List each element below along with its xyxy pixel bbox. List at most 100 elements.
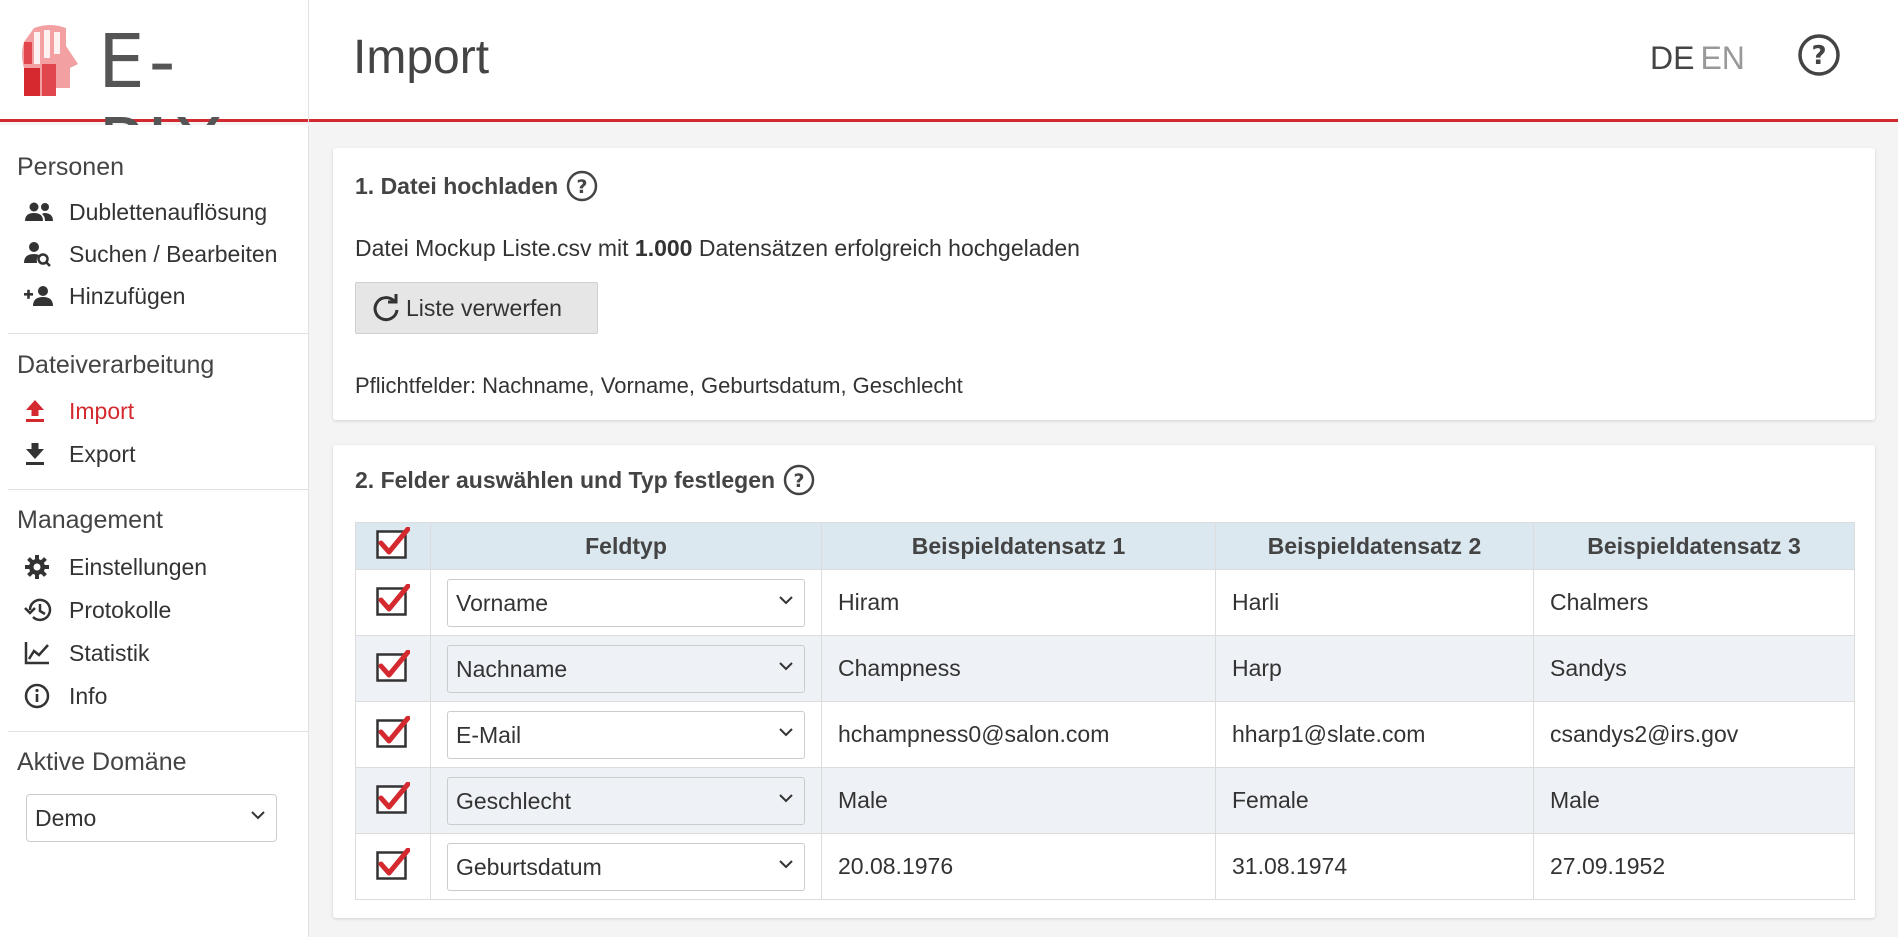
sidebar-item-label: Export bbox=[69, 440, 136, 467]
field-type-value: Nachname bbox=[456, 655, 568, 682]
checkmark-icon bbox=[376, 781, 411, 814]
table-row: Nachname Champness Harp Sandys bbox=[355, 635, 1855, 702]
gear-icon bbox=[24, 553, 56, 581]
sample-value-2: Harli bbox=[1215, 569, 1534, 636]
fields-panel-title: 2. Felder auswählen und Typ festlegen ? bbox=[355, 464, 815, 496]
people-icon bbox=[24, 198, 56, 226]
sidebar-item-label: Info bbox=[69, 682, 108, 709]
fields-table: Feldtyp Beispieldatensatz 1 Beispieldate… bbox=[355, 522, 1855, 900]
row-checkbox[interactable] bbox=[376, 649, 411, 682]
field-type-cell: Geschlecht bbox=[430, 767, 822, 834]
sample-value-1: Hiram bbox=[821, 569, 1216, 636]
checkmark-icon bbox=[376, 526, 411, 559]
row-checkbox-cell bbox=[355, 767, 431, 834]
field-type-select[interactable]: Geburtsdatum bbox=[447, 842, 805, 891]
field-type-select[interactable]: Vorname bbox=[447, 578, 805, 627]
sidebar-section-dateiverarbeitung: Dateiverarbeitung bbox=[17, 351, 215, 379]
domain-select[interactable]: Demo bbox=[26, 794, 277, 842]
sample-value-3: 27.09.1952 bbox=[1533, 833, 1855, 900]
fields-panel: 2. Felder auswählen und Typ festlegen ? … bbox=[333, 445, 1875, 918]
sidebar-section-domain: Aktive Domäne bbox=[17, 748, 187, 776]
row-checkbox[interactable] bbox=[376, 781, 411, 814]
sidebar-item-label: Einstellungen bbox=[69, 553, 208, 580]
sample-value-2: 31.08.1974 bbox=[1215, 833, 1534, 900]
column-header-beispiel-2: Beispieldatensatz 2 bbox=[1215, 522, 1534, 570]
sidebar-item-label: Statistik bbox=[69, 639, 150, 666]
field-type-value: Vorname bbox=[456, 589, 549, 616]
sample-value-2: hharp1@slate.com bbox=[1215, 701, 1534, 768]
row-checkbox[interactable] bbox=[376, 847, 411, 880]
sidebar-divider bbox=[8, 731, 308, 732]
sample-value-3: Sandys bbox=[1533, 635, 1855, 702]
upload-panel-title: 1. Datei hochladen ? bbox=[355, 170, 598, 202]
discard-list-button[interactable]: Liste verwerfen bbox=[355, 282, 598, 334]
table-header-row: Feldtyp Beispieldatensatz 1 Beispieldate… bbox=[355, 522, 1855, 570]
field-type-select[interactable]: Nachname bbox=[447, 644, 805, 693]
domain-select-value: Demo bbox=[35, 805, 97, 831]
field-type-select[interactable]: E-Mail bbox=[447, 710, 805, 759]
record-count: 1.000 bbox=[634, 235, 693, 261]
sidebar-item-protokolle[interactable]: Protokolle bbox=[24, 592, 304, 628]
app-header: E-PIX Import DEEN ? bbox=[0, 0, 1898, 188]
refresh-icon bbox=[373, 294, 399, 322]
sidebar-item-einstellungen[interactable]: Einstellungen bbox=[24, 549, 304, 585]
sidebar-item-statistik[interactable]: Statistik bbox=[24, 635, 304, 671]
field-type-value: Geschlecht bbox=[456, 787, 572, 814]
field-type-value: E-Mail bbox=[456, 721, 522, 748]
help-icon[interactable]: ? bbox=[566, 170, 598, 202]
table-row: E-Mail hchampness0@salon.com hharp1@slat… bbox=[355, 701, 1855, 768]
sidebar-item-import[interactable]: Import bbox=[24, 393, 304, 429]
upload-status-text: Datei Mockup Liste.csv mit 1.000 Datensä… bbox=[355, 234, 1080, 262]
help-icon[interactable]: ? bbox=[783, 464, 815, 496]
upload-status-prefix: Datei Mockup Liste.csv mit bbox=[355, 235, 635, 261]
sidebar-item-label: Hinzufügen bbox=[69, 282, 186, 309]
sample-value-1: Male bbox=[821, 767, 1216, 834]
svg-text:?: ? bbox=[577, 176, 588, 198]
help-icon[interactable]: ? bbox=[1797, 33, 1841, 77]
row-checkbox[interactable] bbox=[376, 715, 411, 748]
table-row: Geburtsdatum 20.08.1976 31.08.1974 27.09… bbox=[355, 833, 1855, 900]
checkmark-icon bbox=[376, 715, 411, 748]
chart-icon bbox=[24, 639, 56, 667]
table-row: Vorname Hiram Harli Chalmers bbox=[355, 569, 1855, 636]
chevron-down-icon bbox=[779, 727, 793, 736]
person-search-icon bbox=[24, 240, 56, 268]
sidebar-item-dublettenaufloesung[interactable]: Dublettenauflösung bbox=[24, 194, 304, 230]
checkmark-icon bbox=[376, 583, 411, 616]
column-header-feldtyp: Feldtyp bbox=[430, 522, 822, 570]
sample-value-1: 20.08.1976 bbox=[821, 833, 1216, 900]
sidebar-item-suchen-bearbeiten[interactable]: Suchen / Bearbeiten bbox=[24, 236, 304, 272]
lang-en-link[interactable]: EN bbox=[1700, 40, 1744, 76]
chevron-down-icon bbox=[779, 661, 793, 670]
select-all-cell bbox=[355, 522, 431, 570]
chevron-down-icon bbox=[251, 811, 265, 820]
sidebar-item-export[interactable]: Export bbox=[24, 436, 304, 472]
upload-panel: 1. Datei hochladen ? Datei Mockup Liste.… bbox=[333, 148, 1875, 420]
sidebar-section-personen: Personen bbox=[17, 153, 125, 181]
sidebar-item-label: Dublettenauflösung bbox=[69, 198, 268, 225]
discard-list-label: Liste verwerfen bbox=[406, 294, 562, 321]
logo-area: E-PIX bbox=[0, 0, 309, 188]
person-add-icon bbox=[24, 282, 56, 310]
table-row: Geschlecht Male Female Male bbox=[355, 767, 1855, 834]
row-checkbox-cell bbox=[355, 569, 431, 636]
sidebar-item-label: Import bbox=[69, 397, 135, 424]
row-checkbox[interactable] bbox=[376, 583, 411, 616]
sidebar-item-hinzufuegen[interactable]: Hinzufügen bbox=[24, 278, 304, 314]
upload-panel-title-text: 1. Datei hochladen bbox=[355, 173, 559, 199]
field-type-value: Geburtsdatum bbox=[456, 853, 602, 880]
sidebar-section-management: Management bbox=[17, 506, 163, 534]
required-fields-text: Pflichtfelder: Nachname, Vorname, Geburt… bbox=[355, 373, 963, 398]
epix-logo-icon bbox=[22, 25, 78, 96]
column-header-beispiel-3: Beispieldatensatz 3 bbox=[1533, 522, 1855, 570]
lang-de-link[interactable]: DE bbox=[1650, 40, 1694, 76]
chevron-down-icon bbox=[779, 595, 793, 604]
select-all-checkbox[interactable] bbox=[376, 526, 411, 559]
field-type-select[interactable]: Geschlecht bbox=[447, 776, 805, 825]
sample-value-1: Champness bbox=[821, 635, 1216, 702]
row-checkbox-cell bbox=[355, 833, 431, 900]
sidebar-item-info[interactable]: Info bbox=[24, 678, 304, 714]
svg-text:?: ? bbox=[1811, 41, 1826, 71]
info-icon bbox=[24, 682, 56, 710]
language-switcher: DE EN bbox=[1650, 38, 1745, 78]
